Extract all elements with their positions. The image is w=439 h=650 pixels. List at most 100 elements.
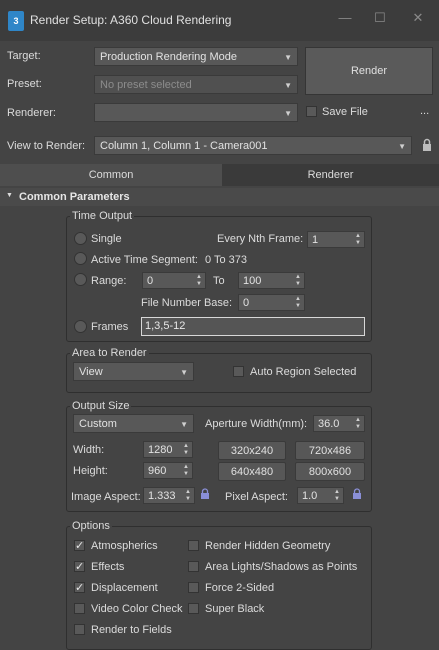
single-label: Single xyxy=(91,233,122,245)
height-label: Height: xyxy=(73,465,108,477)
spinner-arrows-icon[interactable]: ▲ ▼ xyxy=(295,273,301,288)
minimize-button[interactable]: — xyxy=(335,8,355,28)
render-hidden-geometry-checkbox[interactable] xyxy=(188,540,199,551)
height-spinner[interactable]: 960 ▲ ▼ xyxy=(143,462,193,479)
width-value: 1280 xyxy=(148,444,173,456)
displacement-label: Displacement xyxy=(91,582,158,594)
preset-640x480-button[interactable]: 640x480 xyxy=(218,462,286,481)
chevron-down-icon: ▼ xyxy=(180,368,188,377)
chevron-down-icon: ▼ xyxy=(284,53,292,62)
image-aspect-lock-icon[interactable] xyxy=(200,488,210,500)
range-start-value: 0 xyxy=(147,275,154,287)
spinner-arrows-icon[interactable]: ▲ ▼ xyxy=(334,488,340,503)
area-to-render-title: Area to Render xyxy=(70,347,149,359)
auto-region-label: Auto Region Selected xyxy=(250,366,357,378)
displacement-checkbox[interactable]: ✓ xyxy=(74,582,85,594)
output-size-title: Output Size xyxy=(70,400,132,412)
image-aspect-spinner[interactable]: 1.333 ▲ ▼ xyxy=(143,487,195,504)
tab-common[interactable]: Common xyxy=(0,164,222,186)
atmospherics-label: Atmospherics xyxy=(91,540,158,552)
check-icon: ✓ xyxy=(75,561,85,573)
range-label: Range: xyxy=(91,275,127,287)
area-to-render-dropdown[interactable]: View ▼ xyxy=(73,362,194,381)
every-nth-frame-spinner[interactable]: 1 ▲ ▼ xyxy=(307,231,365,248)
spinner-arrows-icon[interactable]: ▲ ▼ xyxy=(355,232,361,247)
file-number-base-label: File Number Base: xyxy=(141,297,233,309)
spinner-arrows-icon[interactable]: ▲ ▼ xyxy=(183,463,189,478)
check-icon: ✓ xyxy=(75,540,85,552)
video-color-check-label: Video Color Check xyxy=(91,603,183,615)
lock-icon[interactable] xyxy=(421,138,433,152)
chevron-down-icon: ▼ xyxy=(180,420,188,429)
chevron-down-icon: ▼ xyxy=(284,109,292,118)
view-to-render-value: Column 1, Column 1 - Camera001 xyxy=(100,140,268,152)
preset-label: Preset: xyxy=(7,78,42,90)
aperture-width-label: Aperture Width(mm): xyxy=(205,418,308,430)
image-aspect-value: 1.333 xyxy=(148,490,176,502)
range-end-spinner[interactable]: 100 ▲ ▼ xyxy=(238,272,305,289)
target-dropdown[interactable]: Production Rendering Mode ▼ xyxy=(94,47,298,66)
spinner-arrows-icon[interactable]: ▲ ▼ xyxy=(185,488,191,503)
effects-label: Effects xyxy=(91,561,125,573)
frames-radio[interactable] xyxy=(74,320,87,333)
spinner-arrows-icon[interactable]: ▲ ▼ xyxy=(196,273,202,288)
width-spinner[interactable]: 1280 ▲ ▼ xyxy=(143,441,193,458)
render-button[interactable]: Render xyxy=(305,47,433,95)
collapse-triangle-icon[interactable]: ▼ xyxy=(6,192,13,199)
range-start-spinner[interactable]: 0 ▲ ▼ xyxy=(142,272,206,289)
pixel-aspect-spinner[interactable]: 1.0 ▲ ▼ xyxy=(297,487,344,504)
range-end-value: 100 xyxy=(243,275,262,287)
browse-button[interactable]: ... xyxy=(420,105,429,117)
preset-value: No preset selected xyxy=(100,79,192,91)
image-aspect-label: Image Aspect: xyxy=(71,491,141,503)
spinner-arrows-icon[interactable]: ▲ ▼ xyxy=(183,442,189,457)
area-lights-shadows-checkbox[interactable] xyxy=(188,561,199,572)
super-black-checkbox[interactable] xyxy=(188,603,199,614)
super-black-label: Super Black xyxy=(205,603,265,615)
target-value: Production Rendering Mode xyxy=(100,51,237,63)
output-size-preset-dropdown[interactable]: Custom ▼ xyxy=(73,414,194,433)
pixel-aspect-lock-icon[interactable] xyxy=(352,488,362,500)
video-color-check-checkbox[interactable] xyxy=(74,603,85,614)
pixel-aspect-value: 1.0 xyxy=(302,490,318,502)
atmospherics-checkbox[interactable]: ✓ xyxy=(74,540,85,552)
save-file-checkbox[interactable] xyxy=(306,106,317,117)
chevron-down-icon: ▼ xyxy=(284,81,292,90)
preset-dropdown[interactable]: No preset selected ▼ xyxy=(94,75,298,94)
time-output-title: Time Output xyxy=(70,210,135,222)
render-to-fields-checkbox[interactable] xyxy=(74,624,85,635)
force-2-sided-checkbox[interactable] xyxy=(188,582,199,593)
view-to-render-label: View to Render: xyxy=(7,140,86,152)
tab-renderer[interactable]: Renderer xyxy=(222,164,439,186)
render-to-fields-label: Render to Fields xyxy=(91,624,172,636)
frames-label: Frames xyxy=(91,321,129,333)
single-radio[interactable] xyxy=(74,232,87,245)
effects-checkbox[interactable]: ✓ xyxy=(74,561,85,573)
check-icon: ✓ xyxy=(75,582,85,594)
spinner-arrows-icon[interactable]: ▲ ▼ xyxy=(355,416,361,431)
aperture-width-value: 36.0 xyxy=(318,418,340,430)
view-to-render-dropdown[interactable]: Column 1, Column 1 - Camera001 ▼ xyxy=(94,136,412,155)
active-time-segment-radio[interactable] xyxy=(74,252,87,265)
close-button[interactable]: ✕ xyxy=(408,8,428,28)
frames-input[interactable]: 1,3,5-12 xyxy=(141,317,365,336)
preset-320x240-button[interactable]: 320x240 xyxy=(218,441,286,460)
options-title: Options xyxy=(70,520,112,532)
width-label: Width: xyxy=(73,444,105,456)
target-label: Target: xyxy=(7,50,41,62)
auto-region-checkbox[interactable] xyxy=(233,366,244,377)
force-2-sided-label: Force 2-Sided xyxy=(205,582,275,594)
active-time-segment-value: 0 To 373 xyxy=(205,254,248,266)
area-to-render-value: View xyxy=(79,366,103,378)
renderer-dropdown[interactable]: ▼ xyxy=(94,103,298,122)
spinner-arrows-icon[interactable]: ▲ ▼ xyxy=(295,295,301,310)
aperture-width-spinner[interactable]: 36.0 ▲ ▼ xyxy=(313,415,365,432)
rollout-title: Common Parameters xyxy=(19,191,130,203)
pixel-aspect-label: Pixel Aspect: xyxy=(225,491,288,503)
range-radio[interactable] xyxy=(74,273,87,286)
file-number-base-spinner[interactable]: 0 ▲ ▼ xyxy=(238,294,305,311)
preset-720x486-button[interactable]: 720x486 xyxy=(295,441,365,460)
window-title: Render Setup: A360 Cloud Rendering xyxy=(30,13,232,27)
maximize-button[interactable]: ☐ xyxy=(370,8,390,28)
preset-800x600-button[interactable]: 800x600 xyxy=(295,462,365,481)
